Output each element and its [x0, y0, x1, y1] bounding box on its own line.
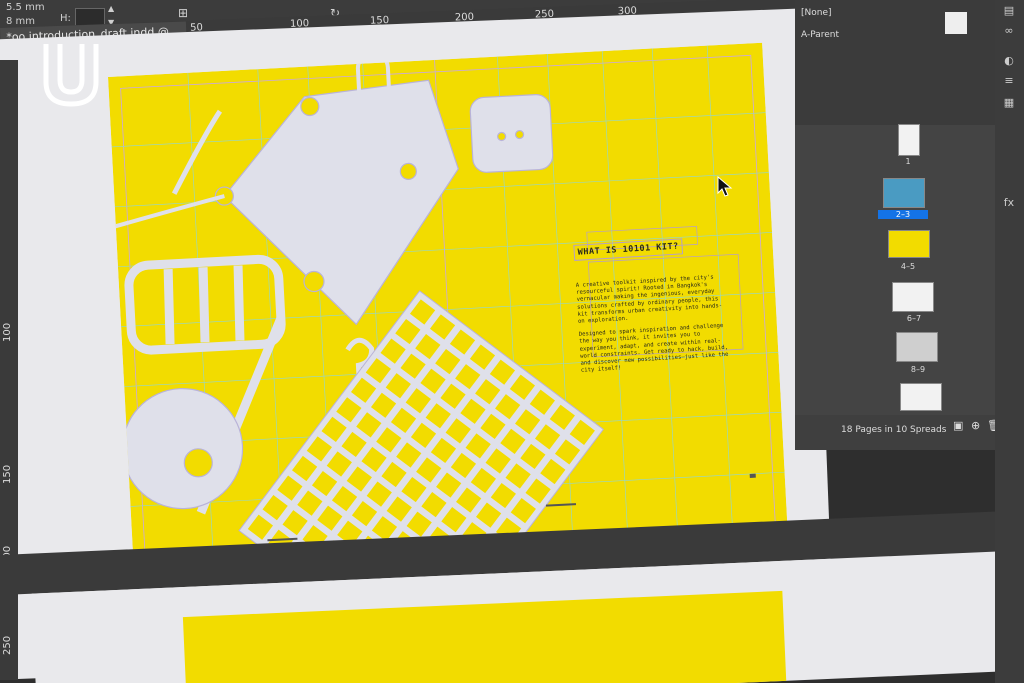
indesign-window: 5.5 mm 8 mm H: ▲ ▼ ⊞ ↻ ⇋ 50 100 150 200 …: [0, 0, 1024, 683]
pages-panel: [None] A-Parent 1 2–3 4–5 6–7 8–9 18 Pag…: [795, 0, 1001, 450]
effects-icon[interactable]: fx: [1002, 196, 1016, 210]
page-thumb-4-5[interactable]: [888, 230, 930, 258]
top-value[interactable]: 5.5 mm: [6, 2, 45, 13]
parent-thumb[interactable]: [945, 12, 967, 34]
parent-pages-section: [None] A-Parent: [795, 0, 995, 125]
text-frame[interactable]: WHAT IS 10101 KIT? A creative toolkit in…: [573, 231, 731, 381]
page-label-1: 1: [905, 157, 911, 166]
pages-footer: 18 Pages in 10 Spreads ▣ ⊕ 🗑: [795, 415, 1001, 450]
paragraph-2[interactable]: Designed to spark inspiration and challe…: [579, 323, 731, 375]
parent-a[interactable]: A-Parent: [801, 30, 839, 40]
edit-page-size-icon[interactable]: ▣: [953, 419, 963, 432]
h-up-arrow-icon[interactable]: ▲: [108, 4, 114, 13]
button-shape: [469, 94, 554, 173]
tag-hole: [300, 96, 320, 117]
page-thumb-10-11[interactable]: [900, 383, 942, 411]
properties-icon[interactable]: ≡: [1002, 74, 1016, 88]
page-thumb-6-7[interactable]: [892, 282, 934, 312]
page-label-6-7: 6–7: [906, 314, 922, 323]
swatches-icon[interactable]: ▦: [1002, 96, 1016, 110]
brand-logo: [43, 44, 99, 107]
color-icon[interactable]: ◐: [1002, 54, 1016, 68]
page-thumb-1[interactable]: [898, 124, 920, 156]
mouse-cursor-icon: [717, 176, 733, 197]
heading-text[interactable]: WHAT IS 10101 KIT?: [573, 238, 684, 261]
ruler-label: 100: [2, 322, 13, 342]
pages-count: 18 Pages in 10 Spreads: [841, 425, 947, 435]
parent-none[interactable]: [None]: [801, 8, 832, 18]
page-thumb-2-3[interactable]: [883, 178, 925, 208]
h-label: H:: [60, 13, 71, 24]
paragraph-1[interactable]: A creative toolkit inspired by the city'…: [576, 274, 728, 326]
ruler-label: 150: [2, 464, 13, 484]
links-icon[interactable]: ∞: [1002, 24, 1016, 38]
page-thumb-8-9[interactable]: [896, 332, 938, 362]
page-label-8-9: 8–9: [910, 365, 926, 374]
reference-point-icon[interactable]: ⊞: [178, 6, 188, 20]
panel-icon-strip: ▤ ∞ ◐ ≡ ▦ fx: [995, 0, 1024, 683]
page-label-4-5: 4–5: [900, 262, 916, 271]
w-value[interactable]: 8 mm: [6, 16, 35, 27]
body-text[interactable]: A creative toolkit inspired by the city'…: [576, 274, 731, 375]
page-label-2-3: 2–3: [878, 210, 928, 219]
new-page-icon[interactable]: ⊕: [971, 419, 980, 432]
pages-icon[interactable]: ▤: [1002, 4, 1016, 18]
